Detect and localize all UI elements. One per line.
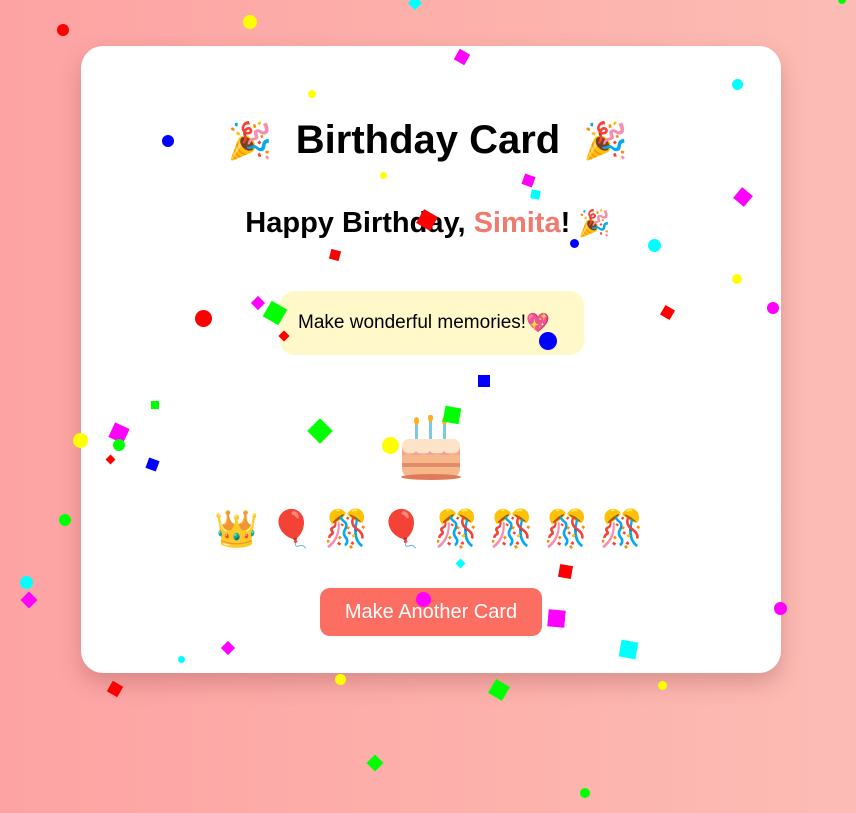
confetti-piece — [379, 171, 387, 179]
confetti-piece — [529, 188, 541, 200]
confetti-piece — [618, 639, 638, 659]
message-box: Make wonderful memories! 💖 — [280, 291, 584, 355]
confetti-piece — [57, 24, 69, 36]
confetti-piece — [194, 309, 212, 327]
confetti-ball-icon: 🎊 — [489, 508, 534, 549]
confetti-piece — [838, 0, 846, 4]
confetti-piece — [106, 680, 124, 698]
confetti-piece — [546, 608, 566, 628]
balloon-icon: 🎈 — [379, 508, 424, 549]
confetti-piece — [767, 302, 779, 314]
confetti-piece — [151, 401, 159, 409]
confetti-ball-icon: 🎊 — [324, 508, 369, 549]
crown-icon: 👑 — [214, 508, 259, 549]
confetti-piece — [407, 0, 423, 11]
confetti-piece — [731, 78, 743, 90]
party-popper-icon: 🎉 — [583, 120, 629, 161]
confetti-piece — [657, 680, 667, 690]
confetti-piece — [20, 591, 38, 609]
confetti-piece — [113, 439, 125, 451]
confetti-piece — [59, 514, 71, 526]
confetti-piece — [162, 135, 174, 147]
decoration-row: 👑 🎈 🎊 🎈 🎊 🎊 🎊 🎊 — [214, 505, 654, 553]
confetti-piece — [539, 332, 557, 350]
confetti-piece — [381, 436, 399, 454]
card-title: 🎉 Birthday Card 🎉 — [0, 112, 856, 169]
card-title-text: Birthday Card — [295, 118, 561, 162]
confetti-piece — [557, 563, 573, 579]
confetti-piece — [177, 655, 185, 663]
confetti-piece — [569, 238, 579, 248]
make-another-card-button[interactable]: Make Another Card — [320, 588, 542, 636]
confetti-ball-icon: 🎊 — [599, 508, 644, 549]
greeting-prefix: Happy Birthday, — [245, 207, 474, 239]
birthday-cake-icon — [401, 415, 461, 480]
party-popper-icon: 🎉 — [578, 208, 611, 238]
confetti-piece — [732, 274, 742, 284]
confetti-piece — [488, 679, 510, 701]
confetti-piece — [19, 575, 33, 589]
confetti-ball-icon: 🎊 — [544, 508, 589, 549]
confetti-piece — [580, 788, 590, 798]
confetti-piece — [308, 90, 316, 98]
confetti-piece — [442, 405, 462, 425]
greeting-suffix: ! — [560, 207, 571, 239]
confetti-piece — [647, 238, 661, 252]
confetti-piece — [366, 754, 384, 772]
confetti-piece — [773, 601, 787, 615]
message-text: Make wonderful memories! — [298, 312, 527, 333]
confetti-piece — [478, 375, 490, 387]
confetti-piece — [243, 15, 257, 29]
balloon-icon: 🎈 — [269, 508, 314, 549]
confetti-ball-icon: 🎊 — [434, 508, 479, 549]
confetti-piece — [334, 673, 346, 685]
party-popper-icon: 🎉 — [227, 120, 273, 161]
confetti-piece — [72, 432, 88, 448]
recipient-name: Simita — [473, 207, 561, 239]
confetti-piece — [415, 591, 431, 607]
